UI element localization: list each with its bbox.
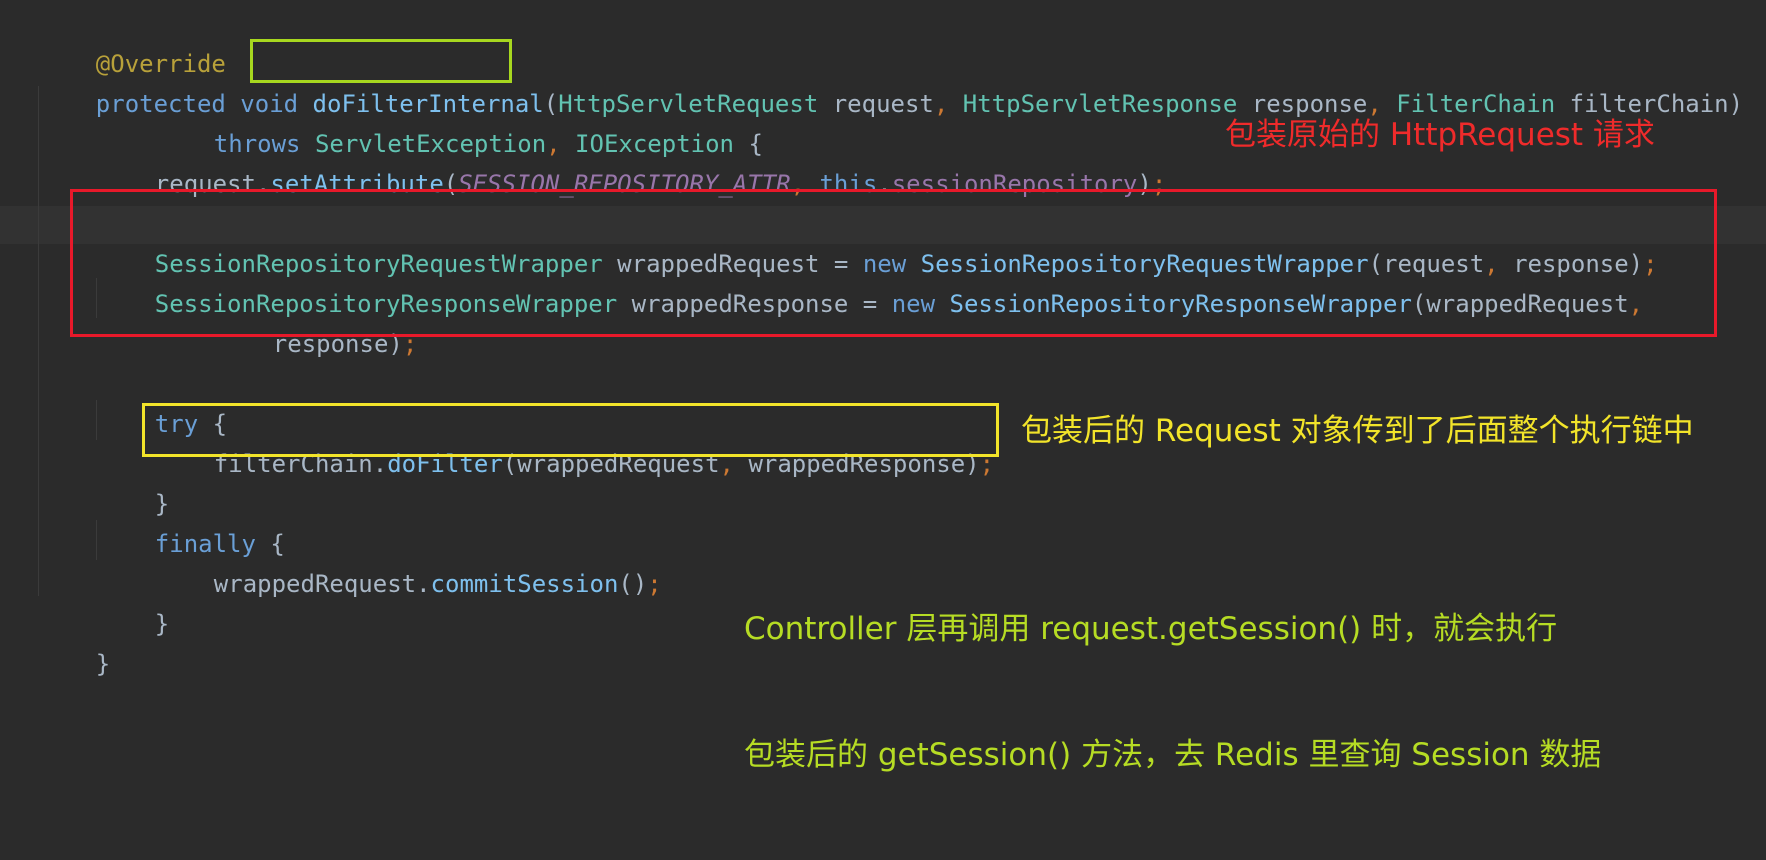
wrapper-highlight-box <box>70 189 1717 337</box>
dofilter-highlight-box <box>142 403 999 457</box>
code-line[interactable]: } <box>97 564 169 638</box>
method-commitsession: commitSession <box>430 570 619 598</box>
code-line[interactable]: throws ServletException, IOException { <box>156 84 763 158</box>
get-session-note-line-1: Controller 层再调用 request.getSession() 时，就… <box>744 611 1558 647</box>
code-line[interactable]: @Override <box>38 4 226 78</box>
code-editor[interactable]: @Override protected void doFilterInterna… <box>0 0 1766 773</box>
get-session-note: Controller 层再调用 request.getSession() 时，就… <box>744 524 1601 860</box>
code-line[interactable]: finally { <box>97 484 285 558</box>
param-type-httpservletresponse: HttpServletResponse <box>962 90 1238 118</box>
wrappedrequest-object: wrappedRequest. <box>213 570 431 598</box>
code-line[interactable]: try { <box>97 364 227 438</box>
get-session-note-line-2: 包装后的 getSession() 方法，去 Redis 里查询 Session… <box>744 737 1602 773</box>
code-line[interactable]: wrappedRequest.commitSession(); <box>156 524 662 598</box>
code-line[interactable]: } <box>38 604 110 678</box>
method-highlight-box <box>250 39 512 83</box>
empty-args: () <box>618 570 648 598</box>
semicolon: ; <box>647 570 662 598</box>
filter-chain-note: 包装后的 Request 对象传到了后面整个执行链中 <box>1021 413 1694 449</box>
code-line[interactable]: request.setAttribute(SESSION_REPOSITORY_… <box>97 124 1166 198</box>
close-brace: } <box>95 650 111 678</box>
wrap-request-note: 包装原始的 HttpRequest 请求 <box>1225 117 1655 153</box>
param-request: request <box>818 90 934 118</box>
comma: , <box>933 90 963 118</box>
close-brace: } <box>154 610 170 638</box>
